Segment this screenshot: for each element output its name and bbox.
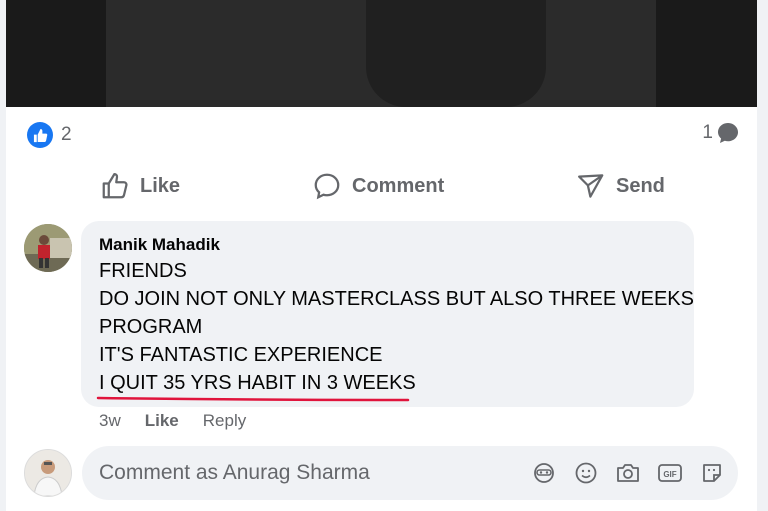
like-button-label: Like (140, 174, 181, 197)
commenter-avatar[interactable] (24, 224, 72, 272)
sticker-icon[interactable] (698, 459, 726, 487)
send-icon (578, 174, 604, 198)
thumbs-up-icon (102, 173, 128, 199)
gif-icon[interactable]: GIF (656, 459, 684, 487)
comment-meta: 3w Like Reply (99, 411, 246, 431)
like-button[interactable]: Like (100, 165, 180, 207)
comment-icon (314, 173, 340, 200)
emoji-icon[interactable] (572, 459, 600, 487)
svg-text:GIF: GIF (663, 470, 676, 479)
comment-composer: GIF (82, 446, 738, 500)
like-reaction-icon (27, 122, 53, 148)
post-actions-bar: Like Comment Send (6, 165, 757, 207)
send-button-label: Send (616, 174, 665, 197)
comment-text-line: FRIENDS (99, 260, 187, 282)
comment-reply-button[interactable]: Reply (203, 411, 246, 431)
post-video[interactable] (6, 0, 757, 107)
comment-text-line: PROGRAM (99, 316, 203, 338)
reaction-count: 2 (61, 124, 72, 145)
comment-like-button[interactable]: Like (145, 411, 179, 431)
comment-count: 1 (702, 122, 713, 143)
avatar-sticker-icon[interactable] (530, 459, 558, 487)
comment-count-summary[interactable]: 1 (702, 122, 739, 144)
send-button[interactable]: Send (576, 165, 665, 207)
comment-button-label: Comment (352, 174, 445, 197)
red-underline-annotation (96, 396, 410, 402)
comment-text-line: I QUIT 35 YRS HABIT IN 3 WEEKS (99, 372, 416, 394)
comment-author[interactable]: Manik Mahadik (99, 235, 220, 255)
comment-text-line: DO JOIN NOT ONLY MASTERCLASS BUT ALSO TH… (99, 288, 694, 310)
video-frame (106, 0, 656, 107)
reaction-summary[interactable]: 2 (27, 122, 72, 148)
camera-icon[interactable] (614, 459, 642, 487)
comment-text-line: IT'S FANTASTIC EXPERIENCE (99, 344, 383, 366)
video-subject (366, 0, 546, 107)
comment-button[interactable]: Comment (312, 165, 444, 207)
current-user-avatar[interactable] (24, 449, 72, 497)
comment-input[interactable] (99, 446, 519, 500)
comment-timestamp[interactable]: 3w (99, 411, 121, 431)
comment-bubble-icon (718, 123, 738, 143)
